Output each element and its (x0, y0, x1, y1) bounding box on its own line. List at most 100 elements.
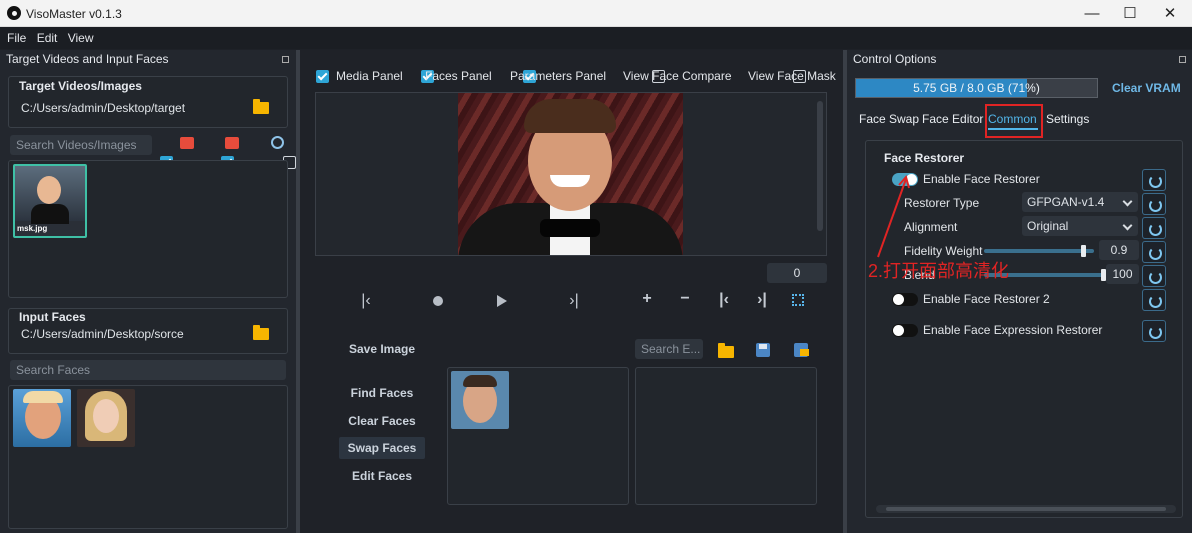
target-thumbnail[interactable]: msk.jpg (13, 164, 87, 238)
enable-face-restorer-label: Enable Face Restorer (923, 172, 1040, 186)
enable-face-restorer-2-label: Enable Face Restorer 2 (923, 292, 1050, 306)
fidelity-weight-slider[interactable] (984, 249, 1094, 253)
alignment-value: Original (1027, 219, 1069, 233)
title-bar: VisoMaster v0.1.3 — ☐ ✕ (0, 0, 1192, 27)
blend-value[interactable]: 100 (1106, 264, 1139, 284)
window-title: VisoMaster v0.1.3 (26, 7, 122, 21)
detected-face-thumb[interactable] (451, 371, 509, 429)
folder-icon[interactable] (718, 343, 734, 358)
reset-icon[interactable] (1142, 217, 1166, 239)
skip-start-icon[interactable]: |‹ (358, 292, 374, 309)
image-filter-icon (180, 137, 194, 149)
detected-faces-list (447, 367, 629, 505)
tab-face-swap[interactable]: Face Swap (859, 112, 919, 126)
vram-text: 5.75 GB / 8.0 GB (71%) (913, 81, 1040, 95)
active-tab-underline (988, 128, 1038, 130)
save-icon[interactable] (756, 343, 770, 357)
reset-icon[interactable] (1142, 289, 1166, 311)
swap-faces-button[interactable]: Swap Faces (339, 437, 425, 459)
menu-edit[interactable]: Edit (37, 27, 58, 49)
search-embeddings-input[interactable]: Search E... (635, 339, 703, 359)
search-faces-input[interactable]: Search Faces (10, 360, 286, 380)
input-face-thumb-1[interactable] (13, 389, 71, 447)
undock-icon[interactable] (282, 56, 289, 63)
clear-faces-button[interactable]: Clear Faces (342, 414, 422, 428)
target-file-name: msk.jpg (17, 224, 48, 233)
menu-bar: File Edit View (0, 27, 1192, 49)
save-as-icon[interactable] (794, 343, 809, 357)
reset-icon[interactable] (1142, 241, 1166, 263)
folder-icon[interactable] (253, 99, 269, 114)
search-videos-input[interactable]: Search Videos/Images (10, 135, 152, 155)
reset-icon[interactable] (1142, 193, 1166, 215)
right-panel: Control Options 5.75 GB / 8.0 GB (71%) C… (847, 50, 1192, 533)
undock-icon[interactable] (1179, 56, 1186, 63)
target-path: C:/Users/admin/Desktop/target (21, 101, 186, 115)
input-faces-label: Input Faces (19, 310, 86, 324)
tab-common[interactable]: Common (988, 112, 1037, 126)
alignment-select[interactable]: Original (1022, 216, 1138, 236)
face-restorer-title: Face Restorer (884, 151, 965, 165)
right-dock-title: Control Options (853, 52, 937, 66)
tab-settings[interactable]: Settings (1046, 112, 1089, 126)
target-label: Target Videos/Images (19, 79, 142, 93)
left-panel: Target Videos and Input Faces Target Vid… (0, 50, 296, 533)
fidelity-weight-value[interactable]: 0.9 (1099, 240, 1139, 260)
app-logo-icon (7, 6, 21, 20)
webcam-icon (271, 136, 284, 149)
remove-marker-icon[interactable]: − (677, 290, 693, 308)
preview-image (458, 93, 683, 255)
save-image-button[interactable]: Save Image (342, 342, 422, 356)
input-path: C:/Users/admin/Desktop/sorce (21, 327, 184, 341)
parameters-panel-label: Parameters Panel (510, 69, 607, 83)
enable-expression-restorer-toggle[interactable] (892, 324, 918, 337)
face-thumbnail-icon (37, 176, 61, 204)
close-button[interactable]: ✕ (1150, 0, 1190, 27)
chevron-down-icon (1122, 220, 1133, 231)
reset-icon[interactable] (1142, 169, 1166, 191)
tab-face-editor[interactable]: Face Editor (922, 112, 983, 126)
skip-end-icon[interactable]: ›| (566, 292, 582, 309)
menu-file[interactable]: File (7, 27, 26, 49)
center-panel: Media Panel Faces Panel Parameters Panel… (300, 50, 843, 533)
enable-face-restorer-2-toggle[interactable] (892, 293, 918, 306)
next-marker-icon[interactable]: ›| (753, 291, 771, 309)
add-marker-icon[interactable]: + (639, 290, 655, 308)
embeddings-list (635, 367, 817, 505)
enable-expression-restorer-label: Enable Face Expression Restorer (923, 323, 1103, 337)
fidelity-weight-handle[interactable] (1081, 245, 1086, 257)
media-panel-label: Media Panel (336, 69, 403, 83)
video-filter-icon (225, 137, 239, 149)
media-viewer[interactable] (315, 92, 827, 256)
annotation-arrow (877, 174, 910, 258)
menu-view[interactable]: View (68, 27, 94, 49)
target-folder-box: Target Videos/Images C:/Users/admin/Desk… (8, 76, 288, 128)
record-icon[interactable] (433, 296, 443, 306)
vram-progress-bar: 5.75 GB / 8.0 GB (71%) (855, 78, 1098, 98)
fullscreen-icon[interactable] (792, 294, 804, 306)
folder-icon[interactable] (253, 325, 269, 340)
view-face-mask-label: View Face Mask (748, 69, 836, 83)
viewer-scrollbar[interactable] (817, 101, 823, 231)
common-settings-box: Face Restorer Enable Face Restorer Resto… (865, 140, 1183, 518)
chevron-down-icon (1122, 196, 1133, 207)
minimize-button[interactable]: — (1072, 0, 1112, 27)
faces-panel-label: Faces Panel (425, 69, 492, 83)
frame-number-field[interactable]: 0 (767, 263, 827, 283)
clear-vram-button[interactable]: Clear VRAM (1112, 81, 1181, 95)
restorer-type-select[interactable]: GFPGAN-v1.4 (1022, 192, 1138, 212)
input-faces-list (8, 385, 288, 529)
media-panel-checkbox[interactable] (316, 70, 329, 83)
maximize-button[interactable]: ☐ (1110, 0, 1150, 27)
reset-icon[interactable] (1142, 320, 1166, 342)
reset-icon[interactable] (1142, 265, 1166, 287)
play-icon[interactable] (497, 295, 507, 307)
view-face-compare-label: View Face Compare (623, 69, 732, 83)
target-media-list: msk.jpg (8, 160, 288, 298)
input-face-thumb-2[interactable] (77, 389, 135, 447)
horizontal-scrollbar[interactable] (876, 505, 1176, 513)
prev-marker-icon[interactable]: |‹ (715, 291, 733, 309)
restorer-type-value: GFPGAN-v1.4 (1027, 195, 1105, 209)
edit-faces-button[interactable]: Edit Faces (342, 469, 422, 483)
find-faces-button[interactable]: Find Faces (342, 386, 422, 400)
